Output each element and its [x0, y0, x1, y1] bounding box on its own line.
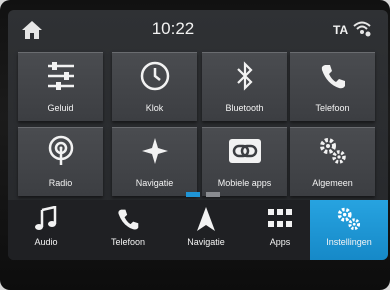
tile-label: Geluid	[47, 103, 74, 113]
tile-telefoon[interactable]: Telefoon	[290, 52, 375, 121]
tile-label: Navigatie	[135, 178, 174, 188]
apps-grid-icon	[244, 206, 316, 232]
nav-label: Audio	[34, 237, 58, 247]
traffic-announcement-indicator: TA	[333, 23, 349, 37]
navigation-star-icon	[112, 134, 197, 168]
nav-telefoon[interactable]: Telefoon	[90, 200, 166, 260]
link-icon	[202, 134, 287, 168]
nav-label: Instellingen	[326, 237, 372, 247]
gears-icon	[290, 134, 375, 168]
tile-mobiele-apps[interactable]: Mobiele apps	[202, 127, 287, 196]
nav-navigatie[interactable]: Navigatie	[168, 200, 244, 260]
status-bar: 10:22 TA	[8, 10, 388, 46]
bottom-navigation-bar: Audio Telefoon Navigatie Apps Instelling…	[8, 200, 388, 260]
nav-label: Apps	[269, 237, 291, 247]
tile-algemeen[interactable]: Algemeen	[290, 127, 375, 196]
tile-radio[interactable]: Radio	[18, 127, 103, 196]
clock-icon	[112, 59, 197, 93]
bluetooth-icon	[202, 59, 287, 93]
nav-instellingen[interactable]: Instellingen	[310, 200, 388, 260]
phone-icon	[90, 206, 166, 232]
nav-label: Telefoon	[110, 237, 146, 247]
page-dot-active	[186, 192, 200, 197]
wifi-icon	[352, 19, 372, 37]
nav-label: Navigatie	[187, 237, 225, 247]
tile-label: Telefoon	[315, 103, 350, 113]
infotainment-screen: 10:22 TA Geluid Klok Bluetooth Telefoon …	[8, 10, 388, 260]
tile-klok[interactable]: Klok	[112, 52, 197, 121]
radio-icon	[18, 134, 103, 168]
clock-display: 10:22	[151, 19, 195, 38]
tile-label: Algemeen	[312, 178, 353, 188]
gears-icon	[310, 206, 388, 232]
phone-icon	[290, 59, 375, 93]
music-note-icon	[8, 206, 84, 232]
nav-audio[interactable]: Audio	[8, 200, 84, 260]
tile-label: Bluetooth	[225, 103, 264, 113]
navigation-arrow-icon	[168, 206, 244, 232]
sliders-icon	[18, 59, 103, 93]
tile-label: Radio	[48, 178, 73, 188]
tile-label: Mobiele apps	[217, 178, 272, 188]
nav-apps[interactable]: Apps	[244, 200, 316, 260]
tile-bluetooth[interactable]: Bluetooth	[202, 52, 287, 121]
tile-label: Klok	[145, 103, 164, 113]
tile-navigatie[interactable]: Navigatie	[112, 127, 197, 196]
page-dot[interactable]	[206, 192, 220, 197]
tile-geluid[interactable]: Geluid	[18, 52, 103, 121]
